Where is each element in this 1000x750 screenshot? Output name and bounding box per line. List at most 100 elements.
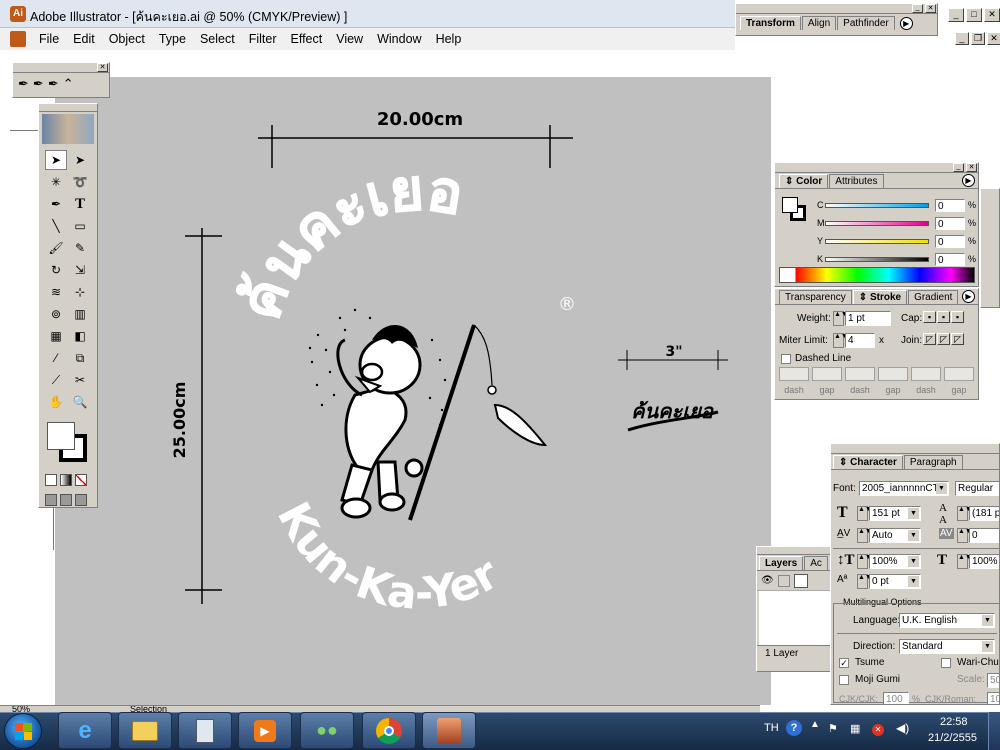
- tab-attributes[interactable]: Attributes: [829, 174, 884, 188]
- baseline-shift-spinner[interactable]: ▲▼: [857, 574, 872, 589]
- type-tool-icon[interactable]: T: [69, 194, 91, 214]
- error-icon[interactable]: ✕: [872, 724, 884, 736]
- layer-row[interactable]: 👁: [757, 571, 833, 591]
- flag-icon[interactable]: ⚑: [828, 722, 838, 735]
- vertical-scale-spinner[interactable]: ▲▼: [857, 554, 872, 569]
- menu-effect[interactable]: Effect: [283, 29, 329, 49]
- color-spectrum-bar[interactable]: [779, 267, 975, 283]
- tab-character[interactable]: ⇕ Character: [833, 455, 903, 469]
- app-icon[interactable]: Ai: [10, 6, 26, 22]
- tab-align[interactable]: Align: [801, 16, 837, 30]
- graph-tool-icon[interactable]: ▥: [69, 304, 91, 324]
- add-anchor-icon[interactable]: ✒: [33, 76, 44, 92]
- taskbar-explorer-button[interactable]: [118, 712, 172, 749]
- scale-input[interactable]: 50: [987, 673, 999, 688]
- gradient-mode-icon[interactable]: [60, 474, 72, 486]
- taskbar-calculator-button[interactable]: [178, 712, 232, 749]
- tab-transform[interactable]: Transform: [740, 16, 801, 30]
- leading-input[interactable]: (181 p: [969, 506, 999, 521]
- kerning-input[interactable]: Auto ▼: [869, 528, 921, 543]
- eyedropper-tool-icon[interactable]: ⁄: [45, 348, 67, 368]
- black-value-input[interactable]: 0: [935, 252, 965, 266]
- warp-tool-icon[interactable]: ≋: [45, 282, 67, 302]
- square-cap-button[interactable]: ▪: [951, 311, 964, 323]
- weight-input[interactable]: 1 pt: [845, 311, 891, 326]
- full-screen-menu-icon[interactable]: [60, 494, 72, 506]
- rotate-tool-icon[interactable]: ↻: [45, 260, 67, 280]
- tab-actions[interactable]: Ac: [804, 556, 828, 570]
- weight-spinner[interactable]: ▲▼: [833, 311, 848, 326]
- tab-layers[interactable]: Layers: [759, 556, 804, 570]
- horizontal-scale-spinner[interactable]: ▲▼: [957, 554, 972, 569]
- miter-spinner[interactable]: ▲▼: [833, 333, 848, 348]
- direct-selection-tool-icon[interactable]: ➤: [69, 150, 91, 170]
- stroke-panel-menu-icon[interactable]: ▶: [962, 290, 975, 303]
- tray-time[interactable]: 22:58: [940, 716, 968, 728]
- dash-2-input[interactable]: [845, 367, 875, 381]
- fill-stroke-swatch[interactable]: [45, 420, 91, 468]
- menu-view[interactable]: View: [329, 29, 370, 49]
- dash-1-input[interactable]: [779, 367, 809, 381]
- scissors-tool-icon[interactable]: ✂: [69, 370, 91, 390]
- magenta-slider[interactable]: [825, 220, 929, 226]
- tsume-checkbox[interactable]: ✓: [839, 658, 849, 668]
- none-mode-icon[interactable]: [75, 474, 87, 486]
- free-transform-tool-icon[interactable]: ⊹: [69, 282, 91, 302]
- eye-icon[interactable]: 👁: [761, 575, 774, 586]
- doc-close-button[interactable]: ✕: [987, 32, 1000, 45]
- taskbar-illustrator-button[interactable]: [422, 712, 476, 749]
- cjk-roman-input[interactable]: 10: [987, 692, 999, 704]
- taskbar-chrome-button[interactable]: [362, 712, 416, 749]
- color-panel-close-button[interactable]: ✕: [966, 163, 977, 172]
- leading-spinner[interactable]: ▲▼: [957, 506, 972, 521]
- slice-tool-icon[interactable]: ⟋: [45, 370, 67, 390]
- blend-tool-icon[interactable]: ⧉: [69, 348, 91, 368]
- show-desktop-button[interactable]: [988, 712, 1000, 750]
- tab-stroke[interactable]: ⇕ Stroke: [852, 290, 908, 304]
- volume-icon[interactable]: ◀): [896, 721, 909, 735]
- bevel-join-button[interactable]: ◸: [951, 333, 964, 345]
- transform-panel-close-button[interactable]: ✕: [925, 4, 936, 13]
- cyan-slider[interactable]: [825, 202, 929, 208]
- vertical-scale-input[interactable]: 100% ▼: [869, 554, 921, 569]
- moji-gumi-checkbox[interactable]: [839, 675, 849, 685]
- taskbar-media-button[interactable]: ▶: [238, 712, 292, 749]
- cjk-cjk-input[interactable]: 100: [883, 692, 909, 704]
- rectangle-tool-icon[interactable]: ▭: [69, 216, 91, 236]
- doc-minimize-button[interactable]: _: [955, 32, 969, 45]
- help-icon[interactable]: ?: [786, 720, 802, 736]
- zoom-tool-icon[interactable]: 🔍: [69, 392, 91, 412]
- fill-swatch[interactable]: [47, 422, 75, 450]
- tray-arrow-icon[interactable]: ▲: [810, 719, 820, 730]
- gap-3-input[interactable]: [944, 367, 974, 381]
- lock-toggle[interactable]: [777, 574, 790, 587]
- tab-pathfinder[interactable]: Pathfinder: [837, 16, 895, 30]
- color-panel-minimize-button[interactable]: _: [953, 163, 964, 172]
- cyan-value-input[interactable]: 0: [935, 198, 965, 212]
- symbol-sprayer-tool-icon[interactable]: ⊚: [45, 304, 67, 324]
- delete-anchor-icon[interactable]: ✒: [48, 76, 59, 92]
- scale-tool-icon[interactable]: ⇲: [69, 260, 91, 280]
- menu-object[interactable]: Object: [102, 29, 152, 49]
- round-cap-button[interactable]: ▪: [937, 311, 950, 323]
- font-family-dropdown[interactable]: 2005_iannnnnCT ▼: [859, 481, 949, 496]
- network-icon[interactable]: ▦: [850, 722, 860, 735]
- yellow-slider[interactable]: [825, 238, 929, 244]
- dashed-line-checkbox[interactable]: [781, 354, 791, 364]
- transform-panel-minimize-button[interactable]: _: [912, 4, 923, 13]
- gradient-tool-icon[interactable]: ◧: [69, 326, 91, 346]
- close-button[interactable]: ✕: [984, 8, 1000, 22]
- black-slider[interactable]: [825, 256, 929, 262]
- language-dropdown[interactable]: U.K. English ▼: [899, 613, 995, 628]
- menu-file[interactable]: File: [32, 29, 66, 49]
- tracking-input[interactable]: 0: [969, 528, 999, 543]
- minimize-button[interactable]: _: [948, 8, 964, 22]
- full-screen-icon[interactable]: [75, 494, 87, 506]
- wari-chu-checkbox[interactable]: [941, 658, 951, 668]
- miter-input[interactable]: 4: [845, 333, 875, 348]
- menu-window[interactable]: Window: [370, 29, 428, 49]
- doc-restore-button[interactable]: ❐: [971, 32, 985, 45]
- paintbrush-tool-icon[interactable]: 🖌: [45, 238, 67, 258]
- standard-screen-icon[interactable]: [45, 494, 57, 506]
- tray-language[interactable]: TH: [764, 722, 779, 734]
